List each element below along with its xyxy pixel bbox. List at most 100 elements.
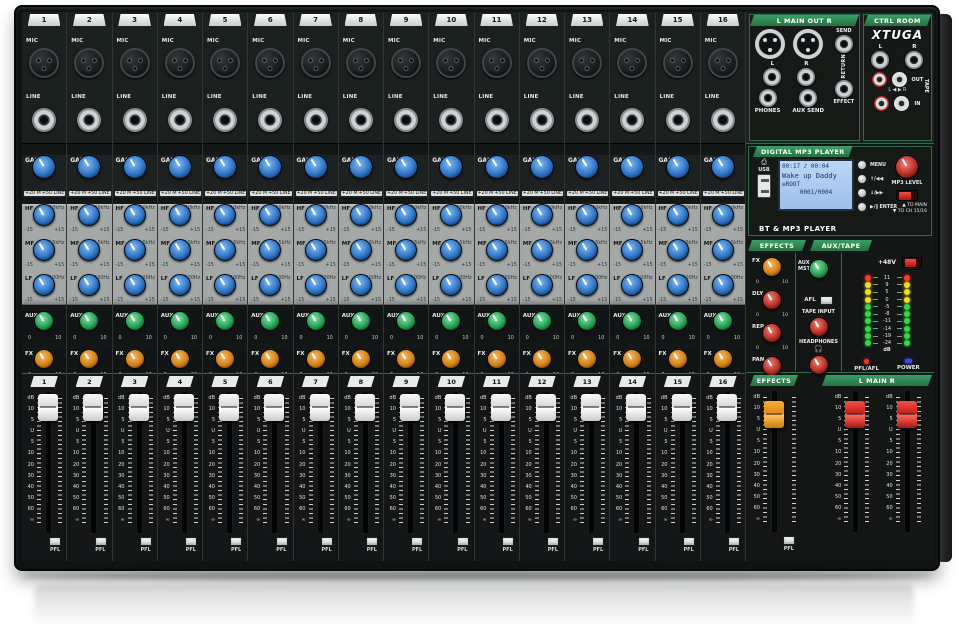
aux-knob[interactable] xyxy=(260,311,280,331)
fx-knob[interactable] xyxy=(170,349,190,369)
mf-knob[interactable] xyxy=(350,239,372,261)
gain-knob[interactable] xyxy=(349,155,373,179)
fx-knob[interactable] xyxy=(577,349,597,369)
line-jack-input[interactable] xyxy=(213,108,237,132)
channel-fader[interactable]: dB 10 5 U 5 10 20 30 40 50 60 ∞ xyxy=(610,388,654,537)
gain-knob[interactable] xyxy=(77,155,101,179)
mf-knob[interactable] xyxy=(259,239,281,261)
lf-knob[interactable] xyxy=(169,274,191,296)
return-jack[interactable] xyxy=(835,80,853,98)
mf-knob[interactable] xyxy=(78,239,100,261)
gain-knob[interactable] xyxy=(485,155,509,179)
pfl-button[interactable] xyxy=(95,537,107,546)
channel-fader[interactable]: dB 10 5 U 5 10 20 30 40 50 60 ∞ xyxy=(384,388,428,537)
fx-knob[interactable] xyxy=(306,349,326,369)
hf-knob[interactable] xyxy=(440,204,462,226)
fader-cap[interactable] xyxy=(672,394,692,421)
hf-knob[interactable] xyxy=(305,204,327,226)
gain-knob[interactable] xyxy=(530,155,554,179)
tape-input-knob[interactable] xyxy=(809,317,829,337)
hf-knob[interactable] xyxy=(486,204,508,226)
mic-xlr-input[interactable] xyxy=(572,48,602,78)
mic-xlr-input[interactable] xyxy=(436,48,466,78)
mp3-next-button[interactable] xyxy=(857,188,867,198)
aux-knob[interactable] xyxy=(396,311,416,331)
phones-jack[interactable] xyxy=(759,89,777,107)
hf-knob[interactable] xyxy=(667,204,689,226)
pfl-button[interactable] xyxy=(457,537,469,546)
gain-knob[interactable] xyxy=(168,155,192,179)
fader-cap[interactable] xyxy=(581,394,601,421)
gain-knob[interactable] xyxy=(439,155,463,179)
effects-rep-knob[interactable] xyxy=(762,323,782,343)
pfl-button[interactable] xyxy=(366,537,378,546)
mf-knob[interactable] xyxy=(621,239,643,261)
mf-knob[interactable] xyxy=(576,239,598,261)
mf-knob[interactable] xyxy=(667,239,689,261)
pfl-button[interactable] xyxy=(411,537,423,546)
send-jack[interactable] xyxy=(835,35,853,53)
line-jack-input[interactable] xyxy=(349,108,373,132)
channel-fader[interactable]: dB 10 5 U 5 10 20 30 40 50 60 ∞ xyxy=(701,388,745,537)
lf-knob[interactable] xyxy=(259,274,281,296)
mic-xlr-input[interactable] xyxy=(120,48,150,78)
aux-knob[interactable] xyxy=(351,311,371,331)
line-jack-input[interactable] xyxy=(168,108,192,132)
lf-knob[interactable] xyxy=(486,274,508,296)
gain-knob[interactable] xyxy=(213,155,237,179)
gain-knob[interactable] xyxy=(620,155,644,179)
line-jack-input[interactable] xyxy=(394,108,418,132)
gain-knob[interactable] xyxy=(394,155,418,179)
line-jack-input[interactable] xyxy=(32,108,56,132)
hf-knob[interactable] xyxy=(214,204,236,226)
hf-knob[interactable] xyxy=(395,204,417,226)
channel-fader[interactable]: dB 10 5 U 5 10 20 30 40 50 60 ∞ xyxy=(67,388,111,537)
usb-port[interactable] xyxy=(757,174,771,198)
lf-knob[interactable] xyxy=(395,274,417,296)
pfl-button[interactable] xyxy=(592,537,604,546)
line-jack-input[interactable] xyxy=(530,108,554,132)
mic-xlr-input[interactable] xyxy=(391,48,421,78)
aux-knob[interactable] xyxy=(34,311,54,331)
line-jack-input[interactable] xyxy=(485,108,509,132)
fader-cap[interactable] xyxy=(491,394,511,421)
pfl-button[interactable] xyxy=(185,537,197,546)
aux-knob[interactable] xyxy=(668,311,688,331)
mic-xlr-input[interactable] xyxy=(346,48,376,78)
gain-knob[interactable] xyxy=(258,155,282,179)
pfl-button[interactable] xyxy=(638,537,650,546)
hf-knob[interactable] xyxy=(576,204,598,226)
ctrl-room-jack-right[interactable] xyxy=(905,51,923,69)
mic-xlr-input[interactable] xyxy=(482,48,512,78)
lf-knob[interactable] xyxy=(531,274,553,296)
fx-knob[interactable] xyxy=(622,349,642,369)
channel-fader[interactable]: dB 10 5 U 5 10 20 30 40 50 60 ∞ xyxy=(656,388,700,537)
hf-knob[interactable] xyxy=(169,204,191,226)
mf-knob[interactable] xyxy=(440,239,462,261)
lf-knob[interactable] xyxy=(576,274,598,296)
effects-dly-knob[interactable] xyxy=(762,290,782,310)
lf-knob[interactable] xyxy=(305,274,327,296)
fader-cap[interactable] xyxy=(445,394,465,421)
fader-cap[interactable] xyxy=(310,394,330,421)
gain-knob[interactable] xyxy=(304,155,328,179)
fader-cap[interactable] xyxy=(355,394,375,421)
pfl-button[interactable] xyxy=(276,537,288,546)
fx-knob[interactable] xyxy=(668,349,688,369)
pfl-button[interactable] xyxy=(49,537,61,546)
mic-xlr-input[interactable] xyxy=(617,48,647,78)
fx-knob[interactable] xyxy=(487,349,507,369)
pfl-button[interactable] xyxy=(140,537,152,546)
fader-cap[interactable] xyxy=(219,394,239,421)
fx-knob[interactable] xyxy=(441,349,461,369)
mf-knob[interactable] xyxy=(169,239,191,261)
mic-xlr-input[interactable] xyxy=(210,48,240,78)
fx-knob[interactable] xyxy=(34,349,54,369)
main-out-jack-right[interactable] xyxy=(797,68,815,86)
aux-send-jack[interactable] xyxy=(799,89,817,107)
line-jack-input[interactable] xyxy=(620,108,644,132)
pfl-button[interactable] xyxy=(728,537,740,546)
pfl-button[interactable] xyxy=(230,537,242,546)
aux-knob[interactable] xyxy=(441,311,461,331)
effects-pfl-button[interactable] xyxy=(783,536,795,545)
